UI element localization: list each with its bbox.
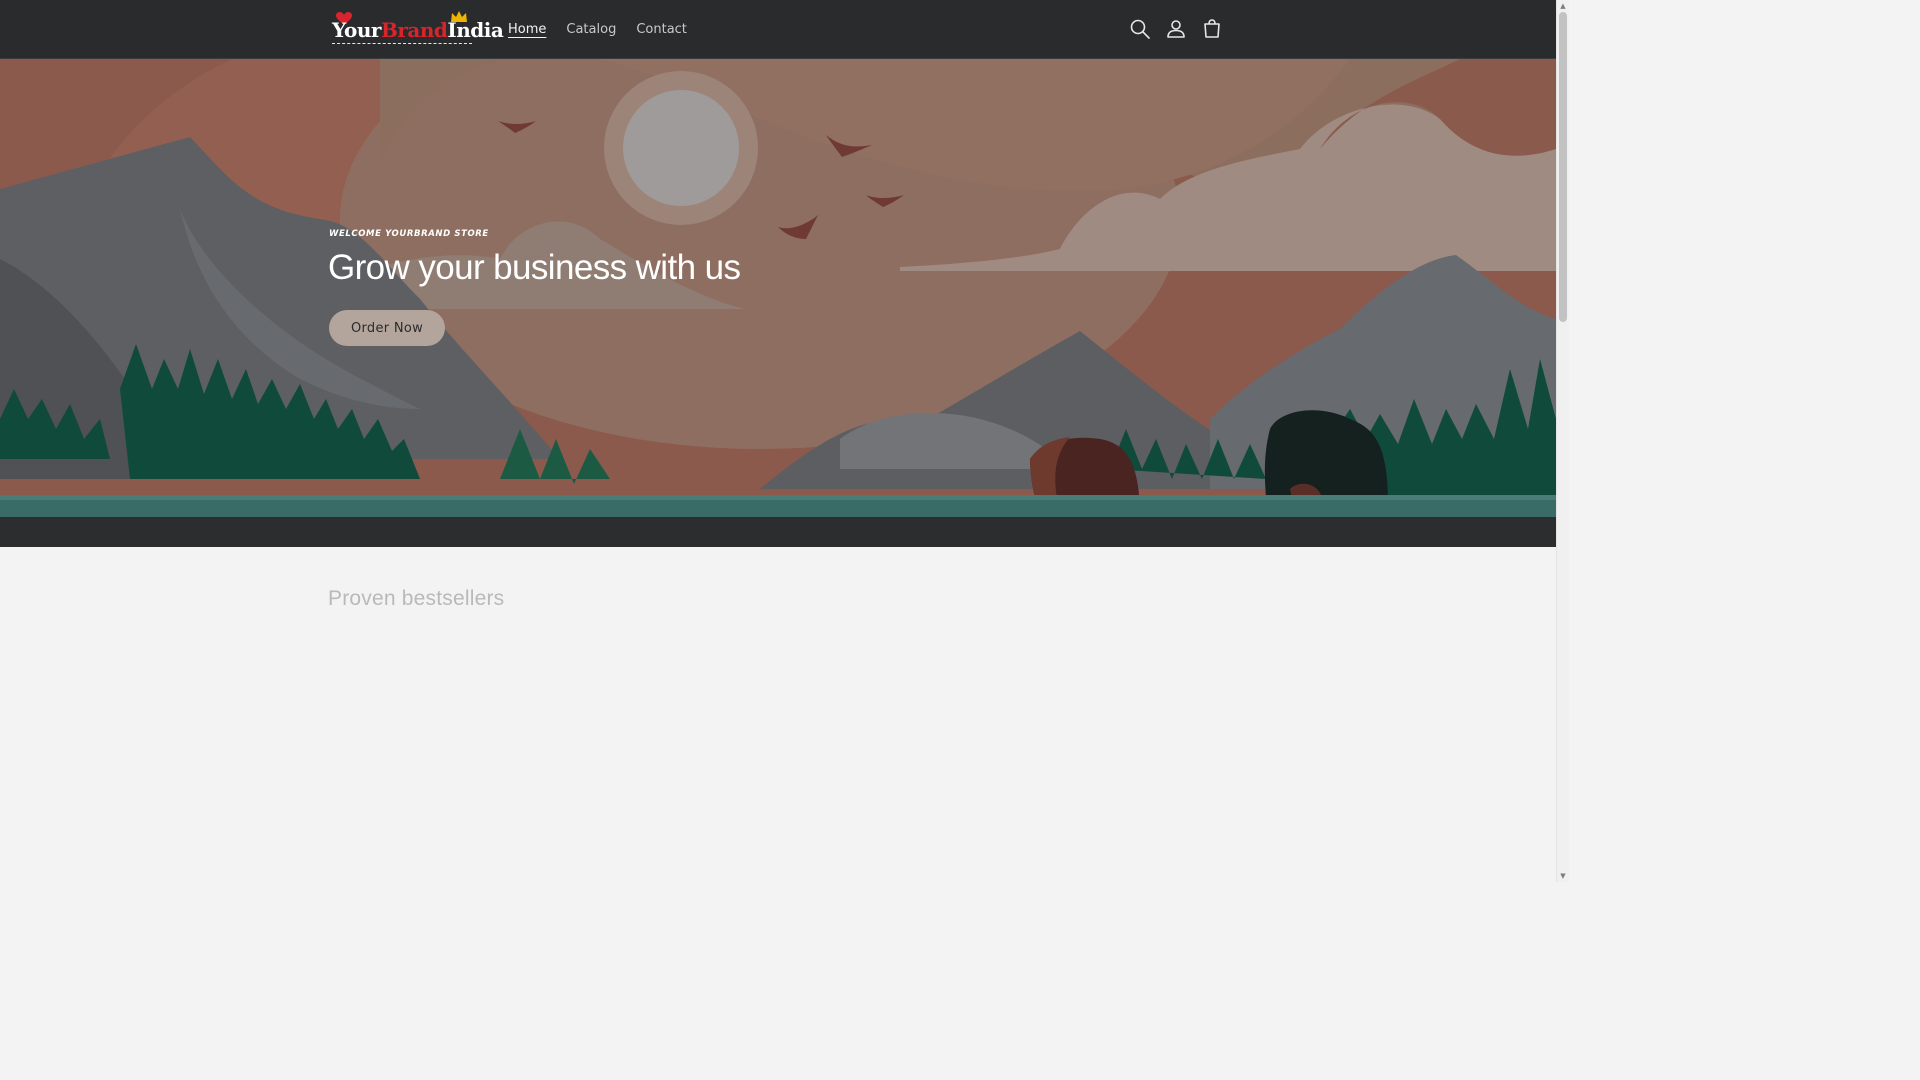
logo-word-your: Your	[332, 18, 381, 42]
nav-contact[interactable]: Contact	[626, 22, 697, 37]
logo-word-brand: Brand	[380, 18, 448, 42]
order-now-button[interactable]: Order Now	[329, 310, 445, 346]
brand-logo-text: YourBrandIndia	[332, 18, 504, 42]
scroll-down-arrow-icon[interactable]: ▼	[1559, 872, 1567, 880]
hero-overlay	[0, 59, 1556, 517]
section-title: Proven bestsellers	[328, 587, 505, 610]
search-icon[interactable]	[1128, 17, 1152, 41]
hero-title: Grow your business with us	[328, 248, 741, 287]
site-header: YourBrandIndia Home Catalog Contact	[0, 0, 1556, 59]
brand-logo[interactable]: YourBrandIndia	[328, 8, 504, 50]
hero-banner	[0, 59, 1556, 547]
hero-eyebrow: WELCOME YOURBRAND STORE	[329, 229, 489, 239]
nav-home[interactable]: Home	[498, 22, 556, 37]
main-nav: Home Catalog Contact	[498, 0, 697, 58]
page-scrollbar[interactable]: ▲ ▼	[1556, 0, 1569, 882]
nav-catalog[interactable]: Catalog	[556, 22, 626, 37]
logo-underline	[332, 43, 472, 44]
account-icon[interactable]	[1164, 17, 1188, 41]
cart-icon[interactable]	[1200, 17, 1224, 41]
page: YourBrandIndia Home Catalog Contact WELC…	[0, 0, 1556, 882]
scroll-up-arrow-icon[interactable]: ▲	[1559, 2, 1567, 10]
logo-word-india: India	[447, 18, 504, 42]
scrollbar-thumb[interactable]	[1559, 12, 1567, 322]
hero-bottom-strip	[0, 517, 1556, 547]
